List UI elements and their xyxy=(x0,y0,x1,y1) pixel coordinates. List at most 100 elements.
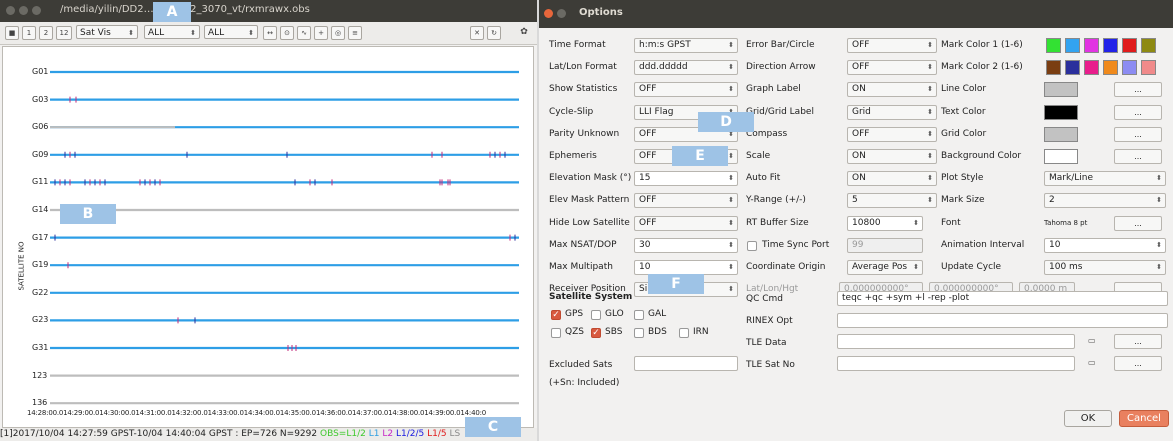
option-select[interactable]: Grid ⬍ xyxy=(847,104,937,120)
option-select[interactable]: h:m:s GPST ⬍ xyxy=(634,38,738,53)
tle-data-browse-button[interactable]: ... xyxy=(1114,334,1162,349)
option-select[interactable]: ON ⬍ xyxy=(847,171,937,187)
option-label: Line Color xyxy=(941,84,987,95)
color-picker-button[interactable]: ... xyxy=(1114,82,1162,98)
center-icon[interactable]: ⊙ xyxy=(280,26,294,40)
tle-satno-browse-button[interactable]: ... xyxy=(1114,356,1162,371)
option-spinbox-value: 30 xyxy=(639,239,651,250)
mark-color-swatch[interactable] xyxy=(1065,38,1080,53)
option-select[interactable]: 5 ⬍ xyxy=(847,193,937,209)
mark-color-swatch[interactable] xyxy=(1141,38,1156,53)
satellite-filter-select[interactable]: ALL ⬍ xyxy=(204,25,258,39)
color-picker-button[interactable]: ... xyxy=(1114,126,1162,142)
fit-horizontal-icon[interactable]: ↔ xyxy=(263,26,277,40)
tle-satno-input[interactable] xyxy=(837,356,1075,371)
animation-interval-value: 10 xyxy=(1049,239,1061,250)
window-maximize-icon[interactable] xyxy=(32,6,41,15)
rinex-opt-input[interactable] xyxy=(837,313,1168,328)
option-select[interactable]: OFF ⬍ xyxy=(847,38,937,53)
graph-icon[interactable]: ∿ xyxy=(297,26,311,40)
system-checkbox-qzs[interactable] xyxy=(551,328,561,338)
color-swatch[interactable] xyxy=(1044,82,1078,98)
dialog-minimize-icon[interactable] xyxy=(557,9,566,18)
observation-filter-select[interactable]: ALL ⬍ xyxy=(144,25,200,39)
cross-icon[interactable]: + xyxy=(314,26,328,40)
option-select[interactable]: ddd.ddddd ⬍ xyxy=(634,60,738,76)
window-close-icon[interactable] xyxy=(6,6,15,15)
status-obs: OBS=L1/2 xyxy=(319,429,366,439)
option-select[interactable]: ON ⬍ xyxy=(847,149,937,164)
plot-type-select[interactable]: Sat Vis ⬍ xyxy=(76,25,138,39)
system-checkbox-gps[interactable]: ✓ xyxy=(551,310,561,320)
settings-gear-icon[interactable]: ✿ xyxy=(518,26,530,38)
option-select[interactable]: Mark/Line ⬍ xyxy=(1044,171,1166,187)
list-icon[interactable]: ≡ xyxy=(348,26,362,40)
color-swatch[interactable] xyxy=(1044,126,1078,142)
stop-icon[interactable]: ■ xyxy=(5,26,19,40)
folder-icon[interactable]: ▭ xyxy=(1088,358,1096,367)
system-checkbox-gal[interactable] xyxy=(634,310,644,320)
time-sync-checkbox[interactable] xyxy=(747,240,757,251)
mark-color-swatch[interactable] xyxy=(1084,38,1099,53)
option-spinbox[interactable]: 10 ⬍ xyxy=(634,260,738,275)
option-select[interactable]: 100 ms ⬍ xyxy=(1044,260,1166,275)
option-label: Show Statistics xyxy=(549,84,618,95)
color-picker-button[interactable]: ... xyxy=(1114,104,1162,120)
option-select[interactable]: OFF ⬍ xyxy=(634,193,738,209)
mark-color-swatch[interactable] xyxy=(1122,38,1137,53)
window-minimize-icon[interactable] xyxy=(19,6,28,15)
system-checkbox-sbs[interactable]: ✓ xyxy=(591,328,601,338)
color-swatch[interactable] xyxy=(1044,149,1078,164)
animation-interval-select[interactable]: 10 ⬍ xyxy=(1044,237,1166,253)
coordinate-origin-select[interactable]: Average Pos ⬍ xyxy=(847,260,923,275)
option-select-value: Mark/Line xyxy=(1049,173,1093,184)
option-select-value: OFF xyxy=(639,195,657,206)
mark-color-swatch[interactable] xyxy=(1046,60,1061,76)
system-checkbox-irn[interactable] xyxy=(679,328,689,338)
cancel-button[interactable]: Cancel xyxy=(1119,410,1169,427)
frequency-12-button[interactable]: 12 xyxy=(56,26,72,40)
option-select[interactable]: OFF ⬍ xyxy=(847,60,937,76)
option-spinbox-value: 10 xyxy=(639,262,651,272)
reload-icon[interactable]: ↻ xyxy=(487,26,501,40)
system-label: GAL xyxy=(648,309,667,319)
qc-cmd-input[interactable]: teqc +qc +sym +l -rep -plot xyxy=(837,291,1168,306)
ok-button[interactable]: OK xyxy=(1064,410,1112,427)
close-plot-icon[interactable]: ✕ xyxy=(470,26,484,40)
system-checkbox-glo[interactable] xyxy=(591,310,601,320)
mark-color-swatch[interactable] xyxy=(1103,38,1118,53)
mark-color-swatch[interactable] xyxy=(1084,60,1099,76)
excluded-sats-input[interactable] xyxy=(634,356,738,371)
status-l2: L2 xyxy=(382,429,394,439)
option-spinbox[interactable]: 30 ⬍ xyxy=(634,237,738,253)
frequency-2-button[interactable]: 2 xyxy=(39,26,53,40)
option-label: Lat/Lon Format xyxy=(549,62,617,73)
folder-icon[interactable]: ▭ xyxy=(1088,336,1096,345)
option-label: Hide Low Satellite xyxy=(549,217,630,228)
mark-color-swatch[interactable] xyxy=(1141,60,1156,76)
font-picker-button[interactable]: ... xyxy=(1114,215,1162,231)
option-select[interactable]: 2 ⬍ xyxy=(1044,193,1166,209)
option-select[interactable]: OFF ⬍ xyxy=(634,215,738,231)
color-picker-button[interactable]: ... xyxy=(1114,149,1162,164)
time-sync-port-value: 99 xyxy=(852,239,864,250)
tle-data-input[interactable] xyxy=(837,334,1075,349)
frequency-1-button[interactable]: 1 xyxy=(22,26,36,40)
dialog-close-icon[interactable] xyxy=(544,9,553,18)
option-select[interactable]: ON ⬍ xyxy=(847,82,937,98)
mark-color-swatch[interactable] xyxy=(1065,60,1080,76)
elevation-mask-spinbox[interactable]: 15 ⬍ xyxy=(634,171,738,187)
option-select-value: OFF xyxy=(639,151,657,161)
color-swatch[interactable] xyxy=(1044,104,1078,120)
system-label: BDS xyxy=(648,327,667,337)
mark-color-swatch[interactable] xyxy=(1122,60,1137,76)
option-select[interactable]: OFF ⬍ xyxy=(847,126,937,142)
time-sync-port-spinbox[interactable]: 99 xyxy=(847,237,923,253)
mark-color-swatch[interactable] xyxy=(1103,60,1118,76)
system-checkbox-bds[interactable] xyxy=(634,328,644,338)
option-select[interactable]: OFF ⬍ xyxy=(634,82,738,98)
satellite-visibility-plot[interactable]: SATELLITE NO G01 G03 G06 G09 G11 G14 G17 G19 G22… xyxy=(2,46,534,428)
mark-color-swatch[interactable] xyxy=(1046,38,1061,53)
ring-icon[interactable]: ◎ xyxy=(331,26,345,40)
rt-buffer-spinbox[interactable]: 10800 ⬍ xyxy=(847,215,923,231)
